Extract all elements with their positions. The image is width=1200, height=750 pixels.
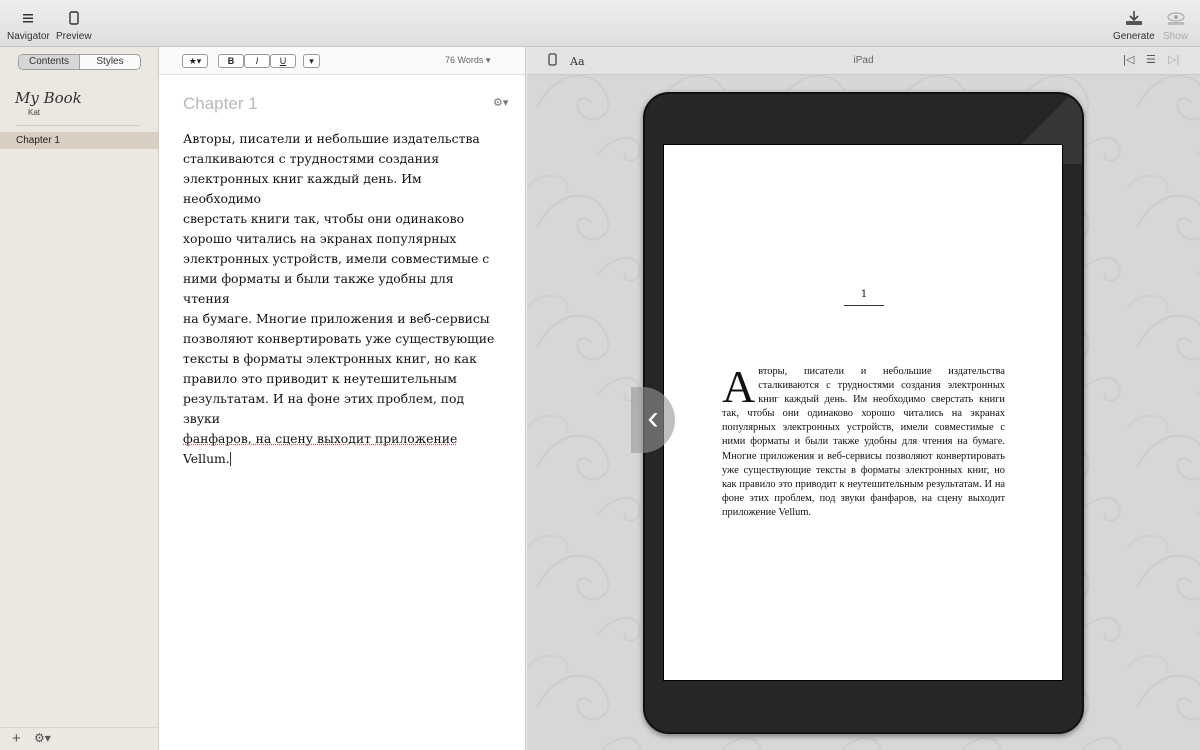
word-count[interactable]: 76 Words ▾ bbox=[445, 55, 490, 66]
book-author: Kat bbox=[28, 108, 41, 117]
preview-body: вторы, писатели и небольшие издательства… bbox=[722, 366, 1005, 518]
ipad-screen: 1 Авторы, писатели и небольшие издательс… bbox=[663, 144, 1063, 681]
text-line: электронных устройств, имели совместимые… bbox=[183, 251, 490, 266]
preview-button[interactable]: Preview bbox=[56, 10, 92, 42]
preview-label: Preview bbox=[56, 31, 92, 42]
text-line: результатам. И на фоне этих проблем, под… bbox=[183, 391, 465, 426]
sidebar-footer: + ⚙▾ bbox=[0, 727, 158, 750]
sidebar-segmented-control: Contents Styles bbox=[18, 54, 141, 70]
navigator-button[interactable]: Navigator bbox=[7, 10, 50, 42]
bold-button[interactable]: B bbox=[218, 54, 244, 68]
format-toolbar: ★▾ B I U ▾ 76 Words ▾ bbox=[159, 47, 525, 75]
drop-cap: А bbox=[722, 361, 756, 412]
text-line-last: Vellum. bbox=[183, 449, 499, 469]
preview-pane: Aa iPad |◁ ☰ ▷| 1 Авторы, писатели и неб… bbox=[527, 47, 1200, 750]
ipad-frame: 1 Авторы, писатели и небольшие издательс… bbox=[643, 92, 1084, 734]
download-icon bbox=[1124, 10, 1144, 26]
word-count-text: 76 Words bbox=[445, 55, 484, 65]
tab-styles[interactable]: Styles bbox=[80, 55, 140, 69]
italic-button[interactable]: I bbox=[244, 54, 270, 68]
text-line: фанфаров, на сцену выходит приложение bbox=[183, 431, 458, 446]
star-icon: ★ bbox=[188, 56, 197, 66]
generate-button[interactable]: Generate bbox=[1113, 10, 1155, 42]
text-line: электронных книг каждый день. Им необход… bbox=[183, 171, 422, 206]
tab-contents[interactable]: Contents bbox=[19, 55, 80, 69]
more-format-button[interactable]: ▾ bbox=[303, 54, 320, 68]
device-label[interactable]: iPad bbox=[527, 55, 1200, 66]
page-number-rule bbox=[844, 305, 884, 306]
text-line: правило это приводит к неутешительным bbox=[183, 371, 457, 386]
chapter-text-area[interactable]: Авторы, писатели и небольшие издательств… bbox=[183, 129, 499, 469]
window-toolbar: Navigator Preview Generate Show bbox=[0, 0, 1200, 47]
style-menu-button[interactable]: ★▾ bbox=[182, 54, 208, 68]
first-page-icon[interactable]: |◁ bbox=[1123, 53, 1134, 66]
show-button[interactable]: Show bbox=[1163, 10, 1188, 42]
list-icon[interactable]: ☰ bbox=[1146, 53, 1156, 66]
text-line: ними форматы и были также удобны для чте… bbox=[183, 271, 454, 306]
device-icon bbox=[69, 10, 79, 26]
text-line: Vellum. bbox=[183, 451, 230, 466]
chapter-settings-gear-icon[interactable]: ⚙▾ bbox=[493, 96, 508, 109]
underline-button[interactable]: U bbox=[270, 54, 296, 68]
text-line: сверстать книги так, чтобы они одинаково bbox=[183, 211, 465, 226]
navigator-label: Navigator bbox=[7, 31, 50, 42]
text-line: Авторы, писатели и небольшие издательств… bbox=[183, 131, 480, 146]
book-title[interactable]: My Book bbox=[15, 89, 82, 107]
preview-page-text: Авторы, писатели и небольшие издательств… bbox=[722, 361, 1005, 520]
editor-pane: ★▾ B I U ▾ 76 Words ▾ Chapter 1 ⚙▾ Автор… bbox=[159, 47, 526, 750]
eye-icon bbox=[1166, 10, 1186, 26]
chapter-title-field[interactable]: Chapter 1 bbox=[183, 94, 258, 114]
text-line: тексты в форматы электронных книг, но ка… bbox=[183, 351, 477, 366]
preview-toolbar: Aa iPad |◁ ☰ ▷| bbox=[527, 47, 1200, 75]
gear-icon[interactable]: ⚙▾ bbox=[34, 731, 51, 745]
text-line: хорошо читались на экранах популярных bbox=[183, 231, 457, 246]
generate-label: Generate bbox=[1113, 31, 1155, 42]
last-page-icon[interactable]: ▷| bbox=[1168, 53, 1179, 66]
sidebar: Contents Styles My Book Kat Chapter 1 + … bbox=[0, 47, 159, 750]
sidebar-divider bbox=[15, 125, 140, 126]
show-label: Show bbox=[1163, 31, 1189, 42]
sidebar-item-chapter-1[interactable]: Chapter 1 bbox=[0, 132, 158, 149]
text-line: сталкиваются с трудностями создания bbox=[183, 151, 440, 166]
plus-icon[interactable]: + bbox=[12, 730, 21, 747]
text-line: на бумаге. Многие приложения и веб-серви… bbox=[183, 311, 490, 326]
page-number: 1 bbox=[860, 289, 868, 300]
hamburger-icon bbox=[22, 10, 34, 26]
text-line: позволяют конвертировать уже существующи… bbox=[183, 331, 495, 346]
text-cursor bbox=[229, 452, 231, 466]
